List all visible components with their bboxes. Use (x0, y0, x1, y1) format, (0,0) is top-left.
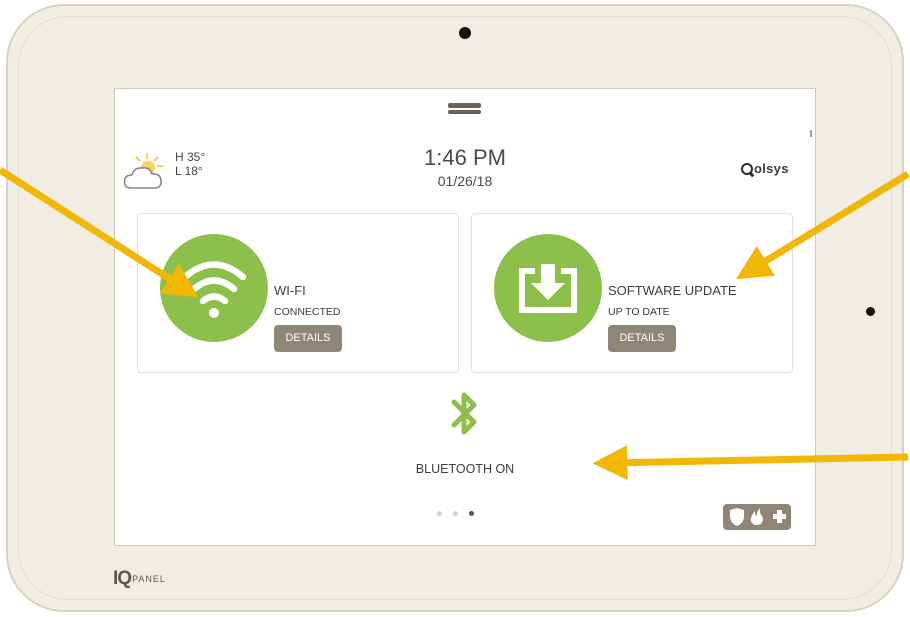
shield-icon (730, 508, 744, 526)
weather-widget[interactable]: H 35° L 18° (123, 151, 218, 191)
update-details-button[interactable]: DETAILS (608, 325, 676, 352)
bluetooth-status-label: BLUETOOTH ON (415, 462, 515, 476)
wifi-status-circle (160, 234, 268, 342)
medical-cross-icon (773, 510, 786, 523)
wifi-status: CONNECTED (274, 306, 341, 318)
light-sensor (866, 307, 875, 316)
page-indicator (437, 511, 487, 519)
temperature-high: H 35° (175, 150, 206, 164)
wifi-title: WI-FI (274, 283, 306, 298)
download-tray-icon (519, 264, 577, 313)
fire-icon (750, 508, 763, 525)
pull-down-handle[interactable] (448, 103, 481, 108)
camera-lens (459, 27, 471, 39)
logo-text: PANEL (132, 574, 166, 584)
bluetooth-icon[interactable] (445, 384, 485, 444)
current-time: 1:46 PM (424, 145, 506, 170)
page-dot[interactable] (437, 511, 442, 516)
page-dot-active[interactable] (469, 511, 474, 516)
update-status: UP TO DATE (608, 306, 670, 318)
iq-panel-logo: IQPANEL (113, 568, 166, 590)
clock-display: 1:46 PM 01/26/18 (375, 145, 555, 190)
software-update-card[interactable]: SOFTWARE UPDATE UP TO DATE DETAILS (471, 213, 793, 373)
page-dot[interactable] (453, 511, 458, 516)
brand-logo: olsys (741, 161, 789, 176)
logo-mark: IQ (113, 568, 132, 589)
current-date: 01/26/18 (437, 173, 493, 189)
cloud-sun-icon (123, 153, 163, 189)
touch-screen: H 35° L 18° 1:46 PM 01/26/18 olsys WI-FI… (114, 88, 816, 546)
wifi-details-button[interactable]: DETAILS (274, 325, 342, 352)
emergency-icons (730, 508, 786, 526)
wifi-icon (181, 261, 247, 318)
emergency-button[interactable] (723, 504, 791, 530)
wifi-card[interactable]: WI-FI CONNECTED DETAILS (137, 213, 459, 373)
update-status-circle (494, 234, 602, 342)
pull-down-handle-bar[interactable] (448, 110, 481, 114)
scroll-indicator (810, 130, 812, 137)
brand-name: olsys (754, 161, 789, 176)
brand-q-icon (741, 163, 753, 175)
temperature-low: L 18° (175, 164, 203, 178)
update-title: SOFTWARE UPDATE (608, 283, 737, 298)
